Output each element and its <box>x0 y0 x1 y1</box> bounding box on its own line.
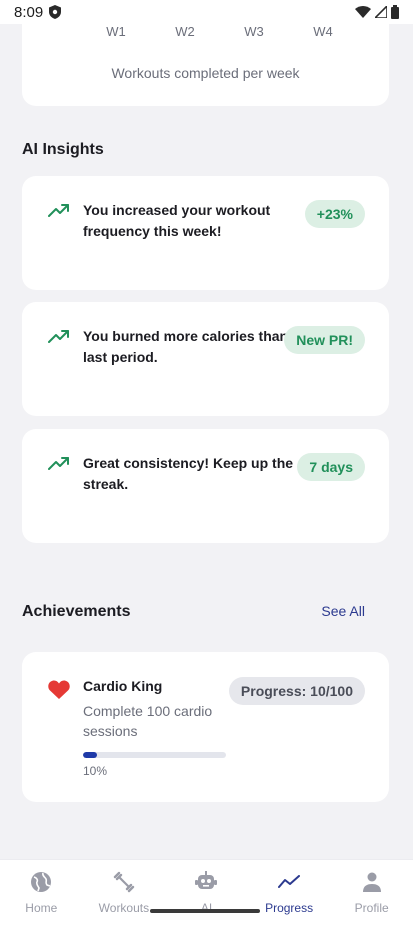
achievement-description: Complete 100 cardio sessions <box>83 703 213 739</box>
achievement-card[interactable]: Cardio King Complete 100 cardio sessions… <box>22 652 389 802</box>
nav-item-ai[interactable]: AI <box>166 860 246 926</box>
x-tick-w1: W1 <box>106 24 126 39</box>
nav-item-profile[interactable]: Profile <box>332 860 412 926</box>
insight-badge: New PR! <box>284 326 365 354</box>
trending-up-icon <box>48 457 69 470</box>
achievement-progress-bar <box>83 752 226 758</box>
shield-icon <box>49 5 62 19</box>
dumbbell-icon <box>113 871 135 893</box>
insight-card: Great consistency! Keep up the streak. 7… <box>22 429 389 543</box>
heart-icon <box>48 680 70 699</box>
x-tick-w4: W4 <box>313 24 333 39</box>
home-indicator <box>150 909 260 913</box>
nav-label: Home <box>25 901 58 915</box>
ai-insights-title: AI Insights <box>22 141 104 158</box>
nav-item-progress[interactable]: Progress <box>249 860 329 926</box>
person-icon <box>362 872 381 892</box>
x-tick-w2: W2 <box>175 24 195 39</box>
status-right <box>355 5 399 19</box>
achievement-title: Cardio King <box>83 678 163 694</box>
insight-card: You increased your workout frequency thi… <box>22 176 389 290</box>
trend-line-icon <box>278 875 301 888</box>
insight-card: You burned more calories than last perio… <box>22 302 389 416</box>
see-all-link[interactable]: See All <box>321 603 365 619</box>
chart-caption: Workouts completed per week <box>111 65 300 81</box>
nav-label: Workouts <box>98 901 150 915</box>
trending-up-icon <box>48 330 69 343</box>
nav-label: Progress <box>265 901 314 915</box>
status-left: 8:09 <box>14 3 62 21</box>
achievement-progress-text: 10% <box>83 764 108 778</box>
robot-icon <box>195 871 218 889</box>
achievements-title: Achievements <box>22 603 131 620</box>
insight-badge: +23% <box>304 200 365 228</box>
insight-text: You burned more calories than last perio… <box>83 328 289 365</box>
status-bar: 8:09 <box>0 0 413 24</box>
insight-text: Great consistency! Keep up the streak. <box>83 455 294 492</box>
achievement-progress-fill <box>83 752 98 758</box>
nav-item-workouts[interactable]: Workouts <box>84 860 164 926</box>
nav-item-home[interactable]: Home <box>1 860 81 926</box>
status-time: 8:09 <box>14 3 44 21</box>
wifi-icon <box>355 6 371 18</box>
battery-icon <box>391 5 399 19</box>
globe-icon <box>31 872 52 892</box>
bottom-nav: Home Workouts AI Progress Profile <box>0 859 413 926</box>
achievement-progress-badge: Progress: 10/100 <box>228 677 365 705</box>
trending-up-icon <box>48 204 69 217</box>
insight-text: You increased your workout frequency thi… <box>83 202 271 239</box>
x-tick-w3: W3 <box>244 24 264 39</box>
nav-label: Profile <box>354 901 389 915</box>
insight-badge: 7 days <box>297 453 365 481</box>
cellular-icon <box>375 6 387 18</box>
